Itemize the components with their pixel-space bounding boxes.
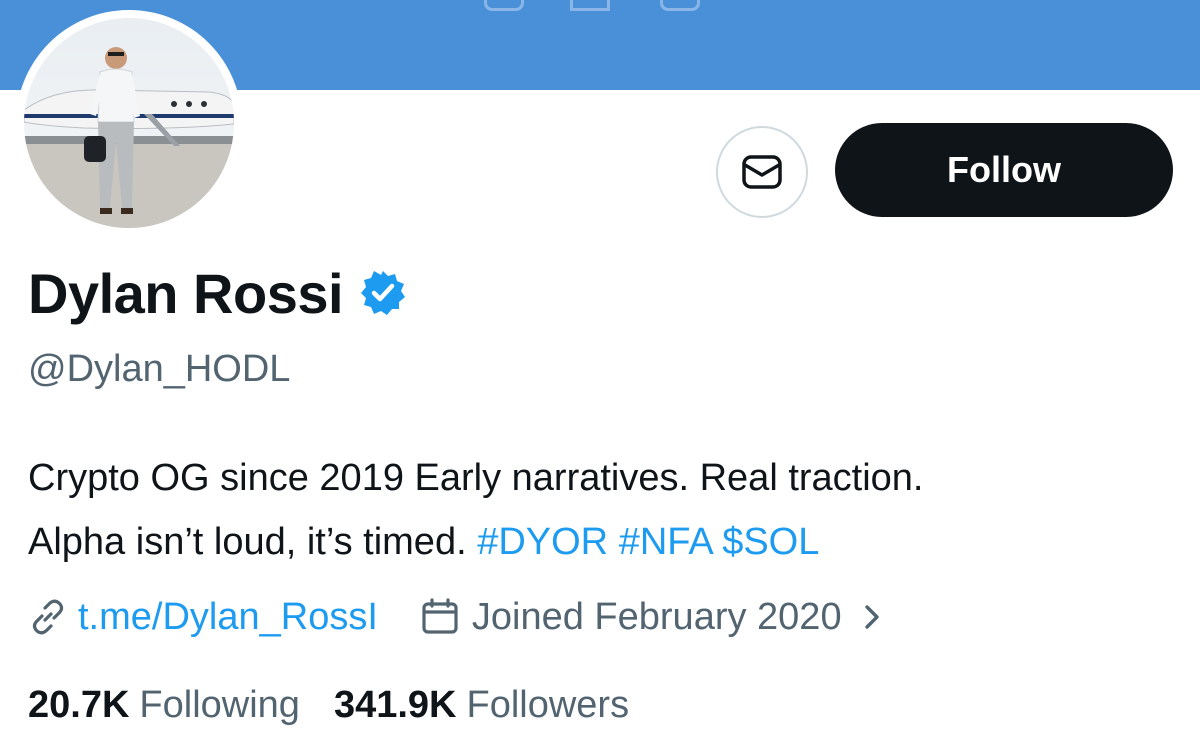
link-icon [28,597,68,637]
bio-line: Crypto OG since 2019 Early narratives. R… [28,457,924,499]
bio-text: Alpha isn’t loud, it’s timed. [28,521,467,563]
profile-meta: t.me/Dylan_RossI Joined February 2020 [28,590,884,644]
joined-label: Joined February 2020 [471,595,842,638]
chevron-right-icon[interactable] [860,601,884,633]
calendar-icon [420,597,460,637]
message-button[interactable] [716,126,808,218]
banner-faded-icon [570,0,610,11]
profile-bio: Crypto OG since 2019 Early narratives. R… [28,446,1178,574]
cashtag-link[interactable]: $SOL [722,521,819,563]
following-stat[interactable]: 20.7K Following [28,684,300,727]
following-label: Following [139,683,300,726]
avatar-frame [16,10,242,236]
followers-count: 341.9K [333,683,457,726]
follow-button[interactable]: Follow [835,123,1173,217]
banner-faded-icon [484,0,524,11]
followers-label: Followers [466,683,630,726]
display-name: Dylan Rossi [28,261,344,325]
follow-stats: 20.7K Following 341.9K Followers [28,678,629,732]
avatar[interactable] [24,18,234,228]
envelope-icon [740,152,784,192]
banner-faded-icon [660,0,700,11]
avatar-photo [24,18,234,228]
following-count: 20.7K [28,683,130,726]
profile-link[interactable]: t.me/Dylan_RossI [78,596,378,639]
hashtag-link[interactable]: #NFA [619,521,712,563]
bio-line: Alpha isn’t loud, it’s timed. #DYOR #NFA… [28,510,1178,574]
followers-stat[interactable]: 341.9K Followers [334,684,629,727]
hashtag-link[interactable]: #DYOR [477,521,608,563]
profile-name-row: Dylan Rossi [28,258,407,328]
joined-date: Joined February 2020 [420,596,842,639]
follow-button-label: Follow [947,149,1061,190]
verified-badge-icon[interactable] [359,269,407,317]
user-handle: @Dylan_HODL [28,348,291,390]
